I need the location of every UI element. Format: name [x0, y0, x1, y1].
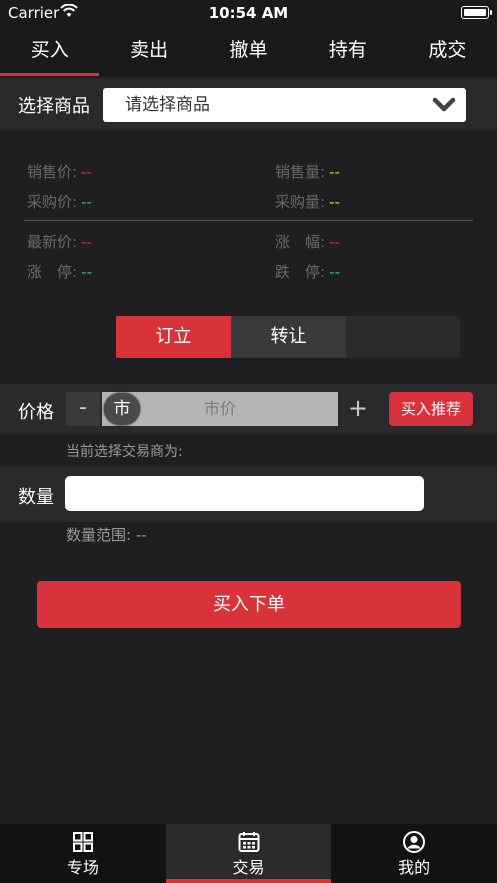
change-rate: 涨 幅: -- [275, 231, 340, 252]
tab-holdings[interactable]: 持有 [298, 26, 397, 76]
market-price-switch[interactable]: 市 [104, 393, 140, 425]
calendar-icon [238, 832, 259, 852]
buy-price-label: 采购价: [27, 193, 78, 211]
buy-qty: 采购量: -- [275, 191, 340, 212]
price-increase-button[interactable]: + [340, 392, 376, 426]
order-type-transfer-button[interactable]: 转让 [231, 316, 346, 358]
change-rate-value: -- [329, 233, 340, 251]
order-type-open-button[interactable]: 订立 [116, 316, 231, 358]
sell-qty-label: 销售量: [275, 163, 326, 181]
bottom-nav: 专场 交易 我的 [0, 824, 497, 883]
sell-qty: 销售量: -- [275, 161, 340, 182]
latest-price: 最新价: -- [27, 231, 92, 252]
product-label: 选择商品 [18, 96, 90, 117]
quantity-input[interactable] [65, 476, 424, 511]
status-time: 10:54 AM [208, 4, 289, 22]
chevron-down-icon [432, 97, 456, 112]
limit-up: 涨 停: -- [27, 261, 92, 282]
quantity-range-text: 数量范围: -- [66, 526, 147, 544]
nav-mine-label: 我的 [398, 858, 431, 877]
limit-up-value: -- [81, 263, 92, 281]
tab-buy[interactable]: 买入 [0, 26, 100, 76]
user-icon [403, 831, 426, 853]
nav-trade[interactable]: 交易 [165, 824, 332, 883]
latest-price-label: 最新价: [27, 233, 78, 251]
limit-down-label: 跌 停: [275, 263, 326, 281]
price-decrease-button[interactable]: - [66, 392, 100, 426]
quantity-label: 数量 [18, 487, 54, 508]
quantity-row: 数量 [0, 466, 497, 522]
tab-deals[interactable]: 成交 [398, 26, 497, 76]
buy-qty-label: 采购量: [275, 193, 326, 211]
sell-price-value: -- [81, 163, 92, 181]
price-label: 价格 [18, 402, 54, 423]
grid-icon [72, 832, 93, 852]
quote-divider [24, 220, 473, 221]
buy-order-submit-button[interactable]: 买入下单 [37, 581, 461, 628]
buy-recommend-button[interactable]: 买入推荐 [389, 392, 473, 426]
sell-price: 销售价: -- [27, 161, 92, 182]
limit-down: 跌 停: -- [275, 261, 340, 282]
current-dealer-text: 当前选择交易商为: [66, 444, 183, 460]
tab-cancel[interactable]: 撤单 [199, 26, 298, 76]
nav-special[interactable]: 专场 [0, 824, 166, 883]
nav-trade-label: 交易 [232, 858, 265, 877]
sell-qty-value: -- [329, 163, 340, 181]
top-tabs: 买入 卖出 撤单 持有 成交 [0, 26, 497, 76]
buy-price-value: -- [81, 193, 92, 211]
limit-up-label: 涨 停: [27, 263, 78, 281]
status-bar: Carrier 10:54 AM [0, 0, 497, 26]
tab-sell[interactable]: 卖出 [99, 26, 198, 76]
price-row: 价格 - 市价 市 + 买入推荐 [0, 384, 497, 434]
battery-icon [461, 6, 492, 19]
latest-price-value: -- [81, 233, 92, 251]
buy-price: 采购价: -- [27, 191, 92, 212]
nav-mine[interactable]: 我的 [331, 824, 497, 883]
product-row: 选择商品 请选择商品 [0, 78, 497, 130]
product-select[interactable]: 请选择商品 [103, 88, 466, 122]
nav-special-label: 专场 [66, 858, 99, 877]
order-type-toggle: 订立 转让 [116, 316, 460, 358]
change-rate-label: 涨 幅: [275, 233, 326, 251]
product-select-placeholder: 请选择商品 [125, 95, 210, 115]
buy-qty-value: -- [329, 193, 340, 211]
sell-price-label: 销售价: [27, 163, 78, 181]
limit-down-value: -- [329, 263, 340, 281]
